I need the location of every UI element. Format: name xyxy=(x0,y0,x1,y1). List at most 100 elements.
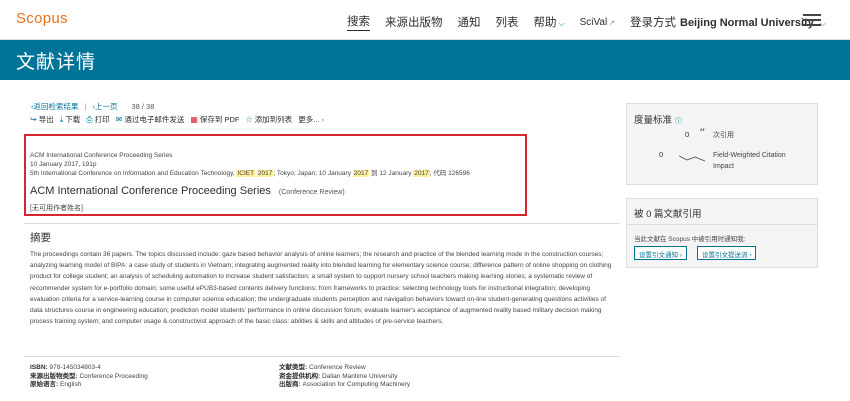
document-title-text: ACM International Conference Proceeding … xyxy=(30,185,271,197)
isbn-row: ISBN: 978-145034803-4 xyxy=(30,364,148,373)
abstract-text: The proceedings contain 36 papers. The t… xyxy=(30,251,612,326)
publisher-row: 出版商: Association for Computing Machinery xyxy=(279,381,410,390)
record-metadata: ACM International Conference Proceeding … xyxy=(30,151,470,178)
doc-type-label: 文献类型: xyxy=(279,364,308,371)
more-button[interactable]: 更多... › xyxy=(298,114,324,125)
conference-line: 5th International Conference on Informat… xyxy=(30,169,470,178)
divider: | xyxy=(84,102,87,111)
source-line: ACM International Conference Proceeding … xyxy=(30,152,173,159)
info-icon[interactable]: ⓘ xyxy=(675,118,682,125)
source-type-value: Conference Proceeding xyxy=(79,372,148,380)
publisher-value: Association for Computing Machinery xyxy=(302,381,411,389)
nav-search[interactable]: 搜索 xyxy=(347,13,370,31)
language-value: English xyxy=(59,381,82,389)
chevron-right-icon: › xyxy=(749,252,752,259)
citation-count: 0 xyxy=(685,130,690,139)
star-icon: ☆ xyxy=(245,115,253,124)
page-title: 文献详情 xyxy=(16,52,97,73)
cited-by-heading: 被 0 篇文献引用 xyxy=(634,209,702,220)
institution-name: Beijing Normal University xyxy=(680,17,814,29)
document-toolbar: ↪ 导出 ⤓ 下载 ⎙ 打印 ✉ 通过电子邮件发送 ▦ 保存到 PDF ☆ 添加到列表 更多… xyxy=(30,114,330,125)
nav-help-label: 帮助 xyxy=(533,17,557,29)
isbn-label: ISBN: xyxy=(30,364,48,371)
date-line: 10 January 2017, 191p xyxy=(30,161,97,168)
fwci-value: 0 xyxy=(659,150,664,159)
trend-line-icon xyxy=(679,155,706,162)
nav-scival[interactable]: SciVal ↗ xyxy=(580,17,615,28)
details-left: ISBN: 978-145034803-4 来源出版物类型: Conferenc… xyxy=(30,364,148,390)
conference-text: 5th International Conference on Informat… xyxy=(30,170,237,177)
external-link-icon: ↗ xyxy=(607,19,615,27)
set-citation-feed-label: 设置引文提送流 xyxy=(702,252,748,259)
printer-icon: ⎙ xyxy=(86,114,93,124)
search-term-highlight: ICIET xyxy=(236,170,256,177)
chevron-right-icon: › xyxy=(679,252,682,259)
result-counter: 38 / 38 xyxy=(131,102,155,111)
nav-alerts[interactable]: 通知 xyxy=(458,14,481,30)
doc-type-value: Conference Review xyxy=(308,364,366,371)
pdf-icon: ▦ xyxy=(190,115,198,124)
source-type-row: 来源出版物类型: Conference Proceeding xyxy=(30,373,148,382)
document-title: ACM International Conference Proceeding … xyxy=(30,185,345,197)
back-to-results-link[interactable]: 返回检索结果 xyxy=(34,101,79,112)
add-list-label: 添加到列表 xyxy=(254,115,293,124)
envelope-icon: ✉ xyxy=(115,115,123,124)
conference-text: ; 代码 126596 xyxy=(429,170,470,177)
login-prefix: 登录方式 xyxy=(630,17,676,29)
cited-by-subtext: 当此文献在 Scopus 中被引用时通知我: xyxy=(634,236,746,243)
divider xyxy=(627,224,817,225)
fwci-label-line2: Impact xyxy=(713,163,735,170)
source-type-label: 来源出版物类型: xyxy=(30,372,78,380)
login-menu[interactable]: 登录方式 Beijing Normal University ⌵ xyxy=(630,14,826,30)
cited-by-card: 被 0 篇文献引用 当此文献在 Scopus 中被引用时通知我: 设置引文通知 … xyxy=(626,198,818,268)
divider xyxy=(24,223,620,224)
scopus-logo[interactable]: Scopus xyxy=(16,10,68,27)
author-list: [无可用作者姓名] xyxy=(30,205,83,212)
isbn-value: 978-145034803-4 xyxy=(49,364,101,371)
print-button[interactable]: ⎙ 打印 xyxy=(86,114,109,125)
details-right: 文献类型: Conference Review 资金提供机构: Dalian M… xyxy=(279,364,410,390)
funder-label: 资金提供机构: xyxy=(279,372,321,380)
save-pdf-label: 保存到 PDF xyxy=(199,115,240,124)
print-label: 打印 xyxy=(94,115,110,124)
chevron-down-icon: ⌵ xyxy=(558,19,565,28)
add-to-list-button[interactable]: ☆ 添加到列表 xyxy=(246,114,293,125)
nav-scival-label: SciVal xyxy=(579,16,608,28)
nav-lists[interactable]: 列表 xyxy=(496,14,519,30)
previous-link[interactable]: 上一页 xyxy=(95,101,118,112)
search-term-highlight: 2017 xyxy=(352,170,370,177)
metrics-card: 度量标准 ⓘ 0 “ 次引用 0 Field-Weighted Citation I… xyxy=(626,103,818,185)
main-nav: 搜索 来源出版物 通知 列表 帮助 ⌵ SciVal ↗ 登录方式 Beijing … xyxy=(347,13,841,31)
set-citation-alert-label: 设置引文通知 xyxy=(639,252,678,259)
hamburger-menu-icon[interactable] xyxy=(803,14,821,26)
funder-row: 资金提供机构: Dalian Maritime University xyxy=(279,373,410,382)
download-button[interactable]: ⤓ 下载 xyxy=(60,114,81,125)
metrics-heading: 度量标准 ⓘ xyxy=(634,112,682,126)
conference-text: 到 12 January xyxy=(369,170,414,177)
set-citation-alert-button[interactable]: 设置引文通知 › xyxy=(634,246,687,260)
page-banner: 文献详情 xyxy=(0,40,850,80)
more-label: 更多... xyxy=(298,115,320,124)
top-navigation-bar: Scopus 搜索 来源出版物 通知 列表 帮助 ⌵ SciVal ↗ 登录方式 B… xyxy=(0,0,850,40)
set-citation-feed-button[interactable]: 设置引文提送流 › xyxy=(697,246,757,260)
metrics-heading-text: 度量标准 xyxy=(634,115,673,126)
document-type-label: (Conference Review) xyxy=(278,189,345,196)
publisher-label: 出版商: xyxy=(279,381,301,389)
fwci-label: Field-Weighted Citation Impact xyxy=(713,150,786,172)
search-term-highlight: 2017 xyxy=(256,170,274,177)
save-pdf-button[interactable]: ▦ 保存到 PDF xyxy=(190,114,239,125)
download-label: 下载 xyxy=(65,115,81,124)
breadcrumb: ‹ 返回检索结果 | ‹ 上一页 38 / 38 xyxy=(31,101,154,112)
export-label: 导出 xyxy=(38,115,54,124)
citation-label: 次引用 xyxy=(713,132,734,139)
quote-icon: “ xyxy=(699,126,706,140)
nav-sources[interactable]: 来源出版物 xyxy=(385,14,443,30)
email-button[interactable]: ✉ 通过电子邮件发送 xyxy=(116,114,185,125)
nav-help[interactable]: 帮助 ⌵ xyxy=(534,14,565,30)
language-row: 原始语言: English xyxy=(30,381,148,390)
conference-text: ; Tokyo; Japan; 10 January xyxy=(273,170,353,177)
abstract-heading: 摘要 xyxy=(30,232,51,244)
funder-value: Dalian Maritime University xyxy=(321,372,398,380)
export-button[interactable]: ↪ 导出 xyxy=(30,114,54,125)
divider xyxy=(24,356,620,357)
